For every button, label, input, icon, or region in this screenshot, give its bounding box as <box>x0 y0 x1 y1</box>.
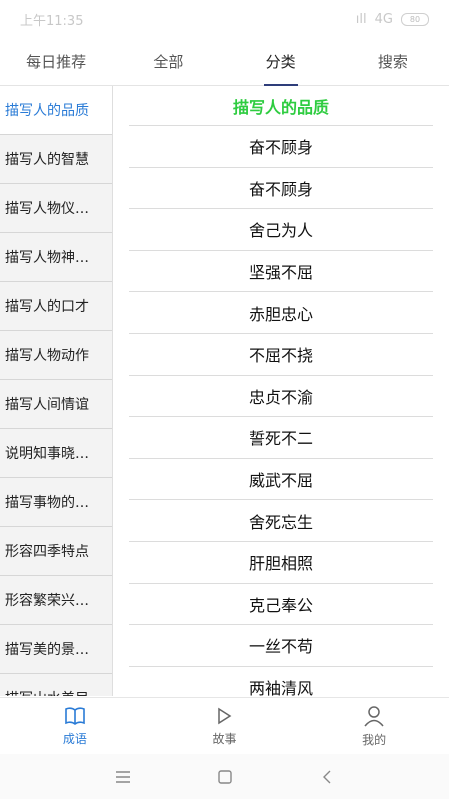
sidebar-item[interactable]: 描写事物的… <box>0 478 112 527</box>
tab-search[interactable]: 搜索 <box>337 38 449 86</box>
signal-icon: ıll <box>355 11 367 27</box>
sidebar-item[interactable]: 描写人物动作 <box>0 331 112 380</box>
nav-label: 成语 <box>62 732 87 746</box>
sidebar-item[interactable]: 说明知事晓… <box>0 429 112 478</box>
top-tabs: 每日推荐 全部 分类 搜索 <box>0 38 449 86</box>
idiom-item[interactable]: 肝胆相照 <box>129 542 433 584</box>
tab-all[interactable]: 全部 <box>112 38 224 86</box>
back-icon[interactable] <box>315 765 339 789</box>
bottom-nav: 成语 故事 我的 <box>0 697 449 755</box>
battery-icon: 80 <box>401 12 429 26</box>
sidebar-item[interactable]: 描写人间情谊 <box>0 380 112 429</box>
idiom-item[interactable]: 两袖清风 <box>129 667 433 696</box>
home-icon[interactable] <box>213 765 237 789</box>
system-nav-bar <box>0 754 449 799</box>
sidebar-item[interactable]: 描写人物神… <box>0 233 112 282</box>
idiom-item[interactable]: 威武不屈 <box>129 459 433 501</box>
nav-me[interactable]: 我的 <box>324 705 424 748</box>
idiom-item[interactable]: 克己奉公 <box>129 584 433 626</box>
idiom-item[interactable]: 忠贞不渝 <box>129 376 433 418</box>
category-sidebar: 描写人的品质 描写人的智慧 描写人物仪… 描写人物神… 描写人的口才 描写人物动… <box>0 86 113 696</box>
tab-daily[interactable]: 每日推荐 <box>0 38 112 86</box>
idiom-item[interactable]: 赤胆忠心 <box>129 292 433 334</box>
idiom-item[interactable]: 誓死不二 <box>129 417 433 459</box>
idiom-list: 描写人的品质 奋不顾身 奋不顾身 舍己为人 坚强不屈 赤胆忠心 不屈不挠 忠贞不… <box>113 86 449 696</box>
sidebar-item[interactable]: 描写山水美目 <box>0 674 112 696</box>
sidebar-item[interactable]: 描写人物仪… <box>0 184 112 233</box>
tab-category[interactable]: 分类 <box>225 38 337 86</box>
idiom-item[interactable]: 坚强不屈 <box>129 251 433 293</box>
user-icon <box>363 705 385 727</box>
nav-idioms[interactable]: 成语 <box>25 706 125 747</box>
menu-icon[interactable] <box>111 765 135 789</box>
sidebar-item[interactable]: 描写人的口才 <box>0 282 112 331</box>
sidebar-item[interactable]: 形容四季特点 <box>0 527 112 576</box>
nav-stories[interactable]: 故事 <box>174 706 274 747</box>
status-icons: ıll 4G 80 <box>356 12 429 27</box>
book-icon <box>64 706 86 726</box>
status-bar: 上午11:35 ıll 4G 80 <box>0 0 449 38</box>
sidebar-item[interactable]: 描写人的智慧 <box>0 135 112 184</box>
idiom-item[interactable]: 奋不顾身 <box>129 126 433 168</box>
nav-label: 我的 <box>362 733 387 747</box>
sidebar-item[interactable]: 描写美的景… <box>0 625 112 674</box>
sidebar-item[interactable]: 描写人的品质 <box>0 86 112 135</box>
network-label: 4G <box>374 11 393 27</box>
category-title: 描写人的品质 <box>129 86 433 126</box>
idiom-item[interactable]: 舍死忘生 <box>129 500 433 542</box>
play-icon <box>214 706 234 726</box>
nav-label: 故事 <box>212 732 237 746</box>
status-time: 上午11:35 <box>20 13 84 29</box>
idiom-item[interactable]: 奋不顾身 <box>129 168 433 210</box>
idiom-item[interactable]: 不屈不挠 <box>129 334 433 376</box>
idiom-item[interactable]: 舍己为人 <box>129 209 433 251</box>
sidebar-item[interactable]: 形容繁荣兴… <box>0 576 112 625</box>
idiom-item[interactable]: 一丝不苟 <box>129 625 433 667</box>
